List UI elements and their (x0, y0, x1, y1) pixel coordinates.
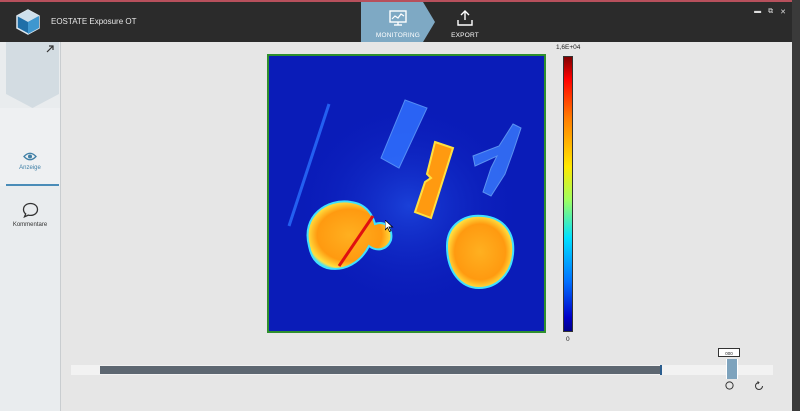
color-scale-bar (563, 56, 573, 332)
sidebar-item-comments[interactable]: Kommentare (0, 202, 60, 242)
speech-bubble-icon (22, 202, 38, 218)
timeline-slider-thumb[interactable] (726, 359, 738, 379)
tab-export[interactable]: EXPORT (432, 2, 498, 42)
main-content: 1,6E+04 0 000 (61, 42, 792, 411)
restore-button[interactable]: ⧉ (768, 8, 773, 16)
sidebar-item-display-label: Anzeige (19, 165, 41, 171)
collapse-arrow-icon[interactable] (46, 45, 54, 53)
timeline-progress (100, 366, 661, 374)
play-circle-icon[interactable] (725, 381, 734, 390)
heatmap-image (269, 56, 544, 331)
timeline-progress-end (660, 365, 662, 375)
sidebar-header-pointer (6, 94, 59, 108)
color-scale-min-label: 0 (566, 336, 570, 343)
monitor-chart-icon (389, 10, 407, 26)
tab-export-label: EXPORT (451, 32, 479, 39)
app-title: EOSTATE Exposure OT (51, 17, 137, 26)
upload-icon (457, 10, 473, 26)
eye-icon (23, 152, 37, 161)
part-round-blob (445, 214, 515, 290)
mouse-pointer-icon (385, 220, 394, 232)
exposure-heatmap[interactable] (267, 54, 546, 333)
tab-monitoring[interactable]: MONITORING (361, 2, 435, 42)
close-button[interactable]: ✕ (780, 8, 786, 16)
sidebar-item-comments-label: Kommentare (12, 222, 48, 228)
sidebar-header (6, 42, 59, 94)
reset-arrow-icon[interactable] (754, 381, 764, 391)
active-item-indicator (6, 184, 59, 186)
minimize-button[interactable]: ▬ (754, 8, 761, 16)
app-logo-icon (16, 9, 40, 35)
sidebar-item-display[interactable]: Anzeige (0, 108, 60, 186)
color-scale-max-label: 1,6E+04 (556, 44, 581, 51)
slider-value-label: 000 (718, 348, 740, 357)
window-right-edge (792, 0, 800, 411)
sidebar: Anzeige Kommentare (0, 42, 61, 411)
tab-monitoring-label: MONITORING (375, 32, 421, 39)
title-bar: EOSTATE Exposure OT MONITORING EXPORT ▬ … (0, 0, 792, 42)
window-controls: ▬ ⧉ ✕ (754, 8, 786, 16)
